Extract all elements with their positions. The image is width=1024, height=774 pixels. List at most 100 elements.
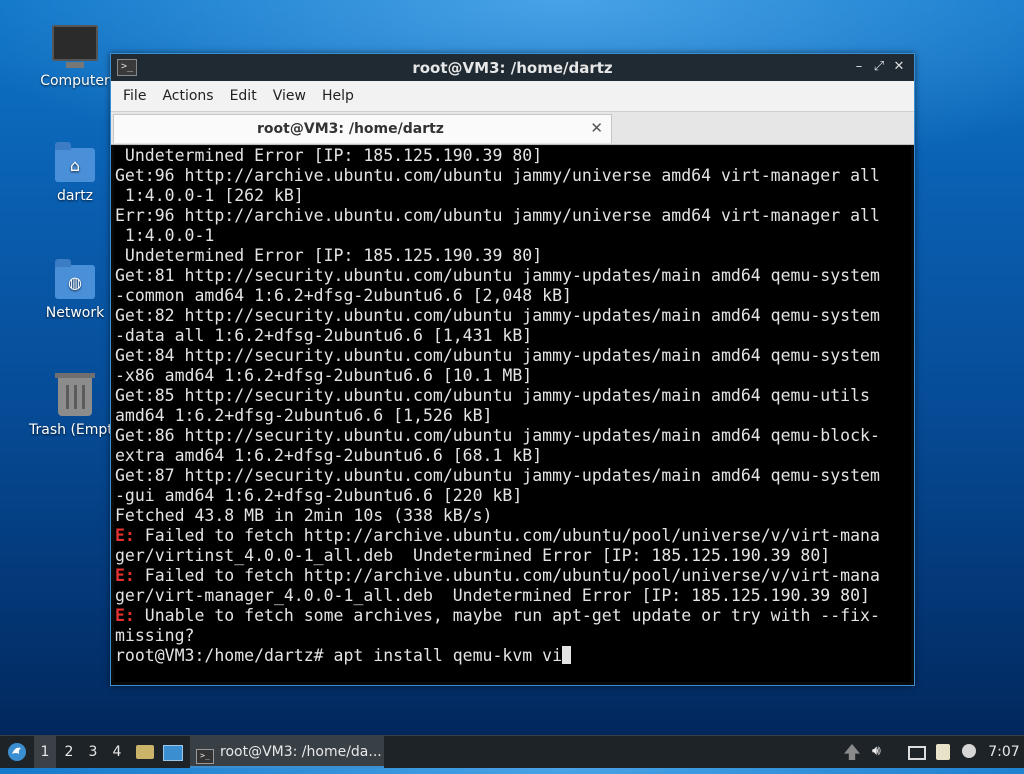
terminal-line: Get:82 http://security.ubuntu.com/ubuntu… bbox=[115, 306, 911, 326]
terminal-line-text: -x86 amd64 1:6.2+dfsg-2ubuntu6.6 [10.1 M… bbox=[115, 366, 533, 385]
desktop-icon-dartz[interactable]: ⌂ dartz bbox=[29, 142, 121, 204]
menu-actions[interactable]: Actions bbox=[154, 88, 221, 104]
terminal-line-text: extra amd64 1:6.2+dfsg-2ubuntu6.6 [68.1 … bbox=[115, 446, 543, 465]
update-icon[interactable] bbox=[844, 744, 860, 760]
terminal-task-icon: >_ bbox=[196, 749, 214, 764]
minimize-icon[interactable]: – bbox=[850, 58, 868, 76]
shell-prompt: root@VM3:/home/dartz# bbox=[115, 646, 334, 665]
terminal-output[interactable]: Undetermined Error [IP: 185.125.190.39 8… bbox=[114, 146, 911, 682]
terminal-line-text: Err:96 http://archive.ubuntu.com/ubuntu … bbox=[115, 206, 880, 225]
desktop-icon-label: dartz bbox=[56, 188, 94, 204]
terminal-line: ger/virtinst_4.0.0-1_all.deb Undetermine… bbox=[115, 546, 911, 566]
tab-terminal[interactable]: root@VM3: /home/dartz ✕ bbox=[113, 114, 612, 143]
terminal-line: Undetermined Error [IP: 185.125.190.39 8… bbox=[115, 246, 911, 266]
terminal-line: amd64 1:6.2+dfsg-2ubuntu6.6 [1,526 kB] bbox=[115, 406, 911, 426]
start-logo-icon bbox=[8, 743, 26, 761]
network-folder-icon: ◍ bbox=[55, 259, 95, 299]
file-manager-icon bbox=[136, 745, 154, 759]
menu-help[interactable]: Help bbox=[314, 88, 362, 104]
trash-icon bbox=[55, 373, 95, 416]
terminal-line-text: 1:4.0.0-1 bbox=[115, 226, 215, 245]
window-titlebar[interactable]: >_ root@VM3: /home/dartz – ⤢ ✕ bbox=[111, 54, 914, 81]
menu-bar: File Actions Edit View Help bbox=[111, 81, 914, 112]
desktop-icon bbox=[163, 745, 183, 761]
terminal-line-text: Undetermined Error [IP: 185.125.190.39 8… bbox=[115, 246, 543, 265]
terminal-line: Get:85 http://security.ubuntu.com/ubuntu… bbox=[115, 386, 911, 406]
terminal-line: -common amd64 1:6.2+dfsg-2ubuntu6.6 [2,0… bbox=[115, 286, 911, 306]
menu-file[interactable]: File bbox=[115, 88, 154, 104]
workspace-3[interactable]: 3 bbox=[82, 736, 104, 768]
command-input[interactable]: apt install qemu-kvm vi bbox=[334, 646, 562, 665]
notification-icon[interactable] bbox=[962, 744, 976, 758]
terminal-line-text: -data all 1:6.2+dfsg-2ubuntu6.6 [1,431 k… bbox=[115, 326, 533, 345]
clock[interactable]: 7:07 bbox=[984, 736, 1024, 768]
prompt-line[interactable]: root@VM3:/home/dartz# apt install qemu-k… bbox=[115, 646, 911, 666]
terminal-window: >_ root@VM3: /home/dartz – ⤢ ✕ File Acti… bbox=[110, 53, 915, 686]
terminal-line: -data all 1:6.2+dfsg-2ubuntu6.6 [1,431 k… bbox=[115, 326, 911, 346]
error-prefix: E: bbox=[115, 606, 135, 625]
terminal-line: Get:96 http://archive.ubuntu.com/ubuntu … bbox=[115, 166, 911, 186]
terminal-line: ger/virt-manager_4.0.0-1_all.deb Undeter… bbox=[115, 586, 911, 606]
terminal-line-text: Get:84 http://security.ubuntu.com/ubuntu… bbox=[115, 346, 880, 365]
menu-view[interactable]: View bbox=[265, 88, 314, 104]
show-desktop-button[interactable] bbox=[162, 736, 184, 768]
text-cursor bbox=[562, 646, 572, 664]
terminal-line-text: -common amd64 1:6.2+dfsg-2ubuntu6.6 [2,0… bbox=[115, 286, 572, 305]
menu-edit[interactable]: Edit bbox=[222, 88, 265, 104]
tab-bar: root@VM3: /home/dartz ✕ bbox=[111, 112, 914, 145]
error-prefix: E: bbox=[115, 526, 135, 545]
desktop-icon-trash[interactable]: Trash (Empt bbox=[20, 373, 120, 438]
terminal-line-text: Unable to fetch some archives, maybe run… bbox=[134, 606, 880, 625]
start-menu-button[interactable] bbox=[4, 736, 30, 768]
terminal-line-text: 1:4.0.0-1 [262 kB] bbox=[115, 186, 304, 205]
workspace-2[interactable]: 2 bbox=[58, 736, 80, 768]
terminal-line-text: Fetched 43.8 MB in 2min 10s (338 kB/s) bbox=[115, 506, 493, 525]
terminal-line: Undetermined Error [IP: 185.125.190.39 8… bbox=[115, 146, 911, 166]
workspace-1[interactable]: 1 bbox=[34, 736, 56, 768]
terminal-line-text: Get:86 http://security.ubuntu.com/ubuntu… bbox=[115, 426, 880, 445]
desktop-icon-label: Trash (Empt bbox=[29, 422, 113, 438]
terminal-line-text: ger/virt-manager_4.0.0-1_all.deb Undeter… bbox=[115, 586, 870, 605]
terminal-line: -gui amd64 1:6.2+dfsg-2ubuntu6.6 [220 kB… bbox=[115, 486, 911, 506]
tab-label: root@VM3: /home/dartz bbox=[257, 121, 444, 137]
clipboard-icon[interactable] bbox=[936, 744, 950, 760]
terminal-line-text: missing? bbox=[115, 626, 195, 645]
terminal-line: E: Unable to fetch some archives, maybe … bbox=[115, 606, 911, 626]
terminal-line: Get:87 http://security.ubuntu.com/ubuntu… bbox=[115, 466, 911, 486]
terminal-line-text: Undetermined Error [IP: 185.125.190.39 8… bbox=[115, 146, 543, 165]
home-folder-icon: ⌂ bbox=[55, 142, 95, 182]
terminal-line-text: ger/virtinst_4.0.0-1_all.deb Undetermine… bbox=[115, 546, 831, 565]
close-icon[interactable]: ✕ bbox=[890, 58, 908, 76]
desktop-icon-label: Computer bbox=[40, 73, 110, 89]
window-title: root@VM3: /home/dartz bbox=[412, 59, 613, 77]
workspace-4[interactable]: 4 bbox=[106, 736, 128, 768]
desktop-icon-network[interactable]: ◍ Network bbox=[29, 259, 121, 321]
terminal-line-text: Failed to fetch http://archive.ubuntu.co… bbox=[134, 566, 880, 585]
terminal-line: Get:84 http://security.ubuntu.com/ubuntu… bbox=[115, 346, 911, 366]
maximize-icon[interactable]: ⤢ bbox=[870, 58, 888, 76]
taskbar: 1 2 3 4 >_ root@VM3: /home/da... 🔊︎ 7:07 bbox=[0, 735, 1024, 768]
terminal-line: Get:86 http://security.ubuntu.com/ubuntu… bbox=[115, 426, 911, 446]
computer-icon bbox=[52, 25, 98, 68]
error-prefix: E: bbox=[115, 566, 135, 585]
terminal-line-text: -gui amd64 1:6.2+dfsg-2ubuntu6.6 [220 kB… bbox=[115, 486, 523, 505]
terminal-line: extra amd64 1:6.2+dfsg-2ubuntu6.6 [68.1 … bbox=[115, 446, 911, 466]
terminal-line: E: Failed to fetch http://archive.ubuntu… bbox=[115, 526, 911, 546]
network-icon[interactable] bbox=[908, 746, 926, 760]
taskbar-terminal-task[interactable]: >_ root@VM3: /home/da... bbox=[190, 736, 384, 768]
terminal-line: -x86 amd64 1:6.2+dfsg-2ubuntu6.6 [10.1 M… bbox=[115, 366, 911, 386]
terminal-line: Err:96 http://archive.ubuntu.com/ubuntu … bbox=[115, 206, 911, 226]
volume-icon[interactable]: 🔊︎ bbox=[872, 743, 888, 759]
desktop-icon-computer[interactable]: Computer bbox=[29, 25, 121, 89]
terminal-line-text: Get:82 http://security.ubuntu.com/ubuntu… bbox=[115, 306, 880, 325]
terminal-line-text: Failed to fetch http://archive.ubuntu.co… bbox=[134, 526, 880, 545]
terminal-line-text: Get:81 http://security.ubuntu.com/ubuntu… bbox=[115, 266, 880, 285]
terminal-line: E: Failed to fetch http://archive.ubuntu… bbox=[115, 566, 911, 586]
terminal-line: Fetched 43.8 MB in 2min 10s (338 kB/s) bbox=[115, 506, 911, 526]
tab-close-icon[interactable]: ✕ bbox=[590, 119, 603, 137]
desktop-icon-label: Network bbox=[45, 305, 105, 321]
terminal-line-text: Get:87 http://security.ubuntu.com/ubuntu… bbox=[115, 466, 880, 485]
terminal-line-text: Get:96 http://archive.ubuntu.com/ubuntu … bbox=[115, 166, 880, 185]
file-manager-launcher[interactable] bbox=[134, 736, 156, 768]
terminal-line: Get:81 http://security.ubuntu.com/ubuntu… bbox=[115, 266, 911, 286]
